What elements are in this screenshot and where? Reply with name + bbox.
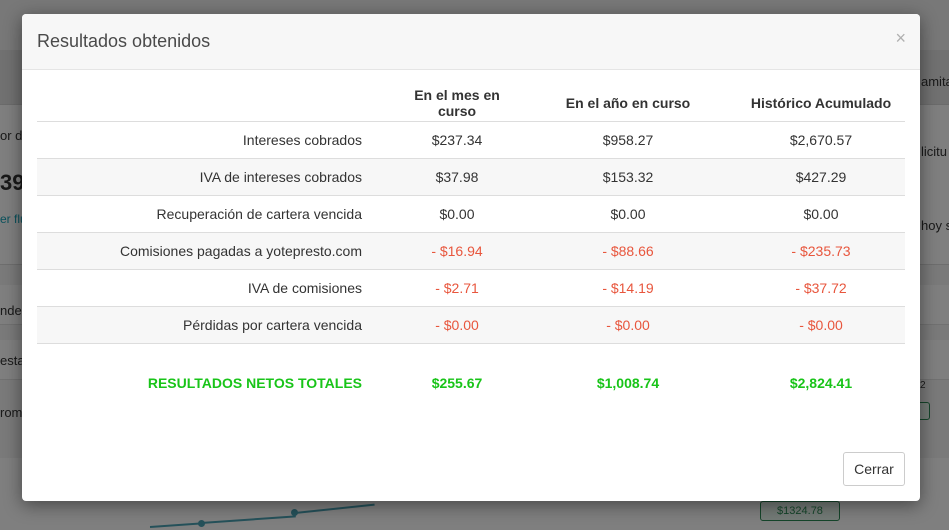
year-value: - $88.66	[519, 232, 737, 270]
table-row: IVA de comisiones - $2.71 - $14.19 - $37…	[37, 269, 905, 307]
table-header-row: En el mes en curso En el año en curso Hi…	[37, 84, 905, 122]
column-header-month: En el mes en curso	[395, 84, 519, 122]
historic-value: - $235.73	[737, 232, 905, 270]
year-value: $153.32	[519, 158, 737, 196]
table-row: Comisiones pagadas a yotepresto.com - $1…	[37, 232, 905, 270]
month-value: - $16.94	[395, 232, 519, 270]
year-value: - $14.19	[519, 269, 737, 307]
month-value: $37.98	[395, 158, 519, 196]
totals-row: RESULTADOS NETOS TOTALES $255.67 $1,008.…	[37, 343, 905, 422]
totals-historic-value: $2,824.41	[789, 374, 853, 391]
row-label: IVA de intereses cobrados	[37, 158, 395, 196]
row-label: Pérdidas por cartera vencida	[37, 306, 395, 344]
row-label: Recuperación de cartera vencida	[37, 195, 395, 233]
close-icon[interactable]: ×	[895, 28, 906, 48]
modal-header: Resultados obtenidos ×	[22, 14, 920, 70]
column-header-year: En el año en curso	[519, 84, 737, 122]
year-value: $958.27	[519, 121, 737, 159]
month-value: $0.00	[395, 195, 519, 233]
historic-value: $0.00	[737, 195, 905, 233]
year-value: - $0.00	[519, 306, 737, 344]
modal-title: Resultados obtenidos	[37, 31, 211, 51]
totals-label: RESULTADOS NETOS TOTALES	[147, 374, 362, 391]
month-value: - $2.71	[395, 269, 519, 307]
row-label: Intereses cobrados	[37, 121, 395, 159]
historic-value: - $0.00	[737, 306, 905, 344]
results-table: En el mes en curso En el año en curso Hi…	[37, 84, 905, 422]
historic-value: $2,670.57	[737, 121, 905, 159]
totals-year-value: $1,008.74	[596, 374, 660, 391]
close-button[interactable]: Cerrar	[843, 452, 905, 486]
row-label: IVA de comisiones	[37, 269, 395, 307]
row-label: Comisiones pagadas a yotepresto.com	[37, 232, 395, 270]
historic-value: $427.29	[737, 158, 905, 196]
column-header-historic: Histórico Acumulado	[737, 84, 905, 122]
month-value: $237.34	[395, 121, 519, 159]
table-row: Pérdidas por cartera vencida - $0.00 - $…	[37, 306, 905, 344]
totals-month-value: $255.67	[431, 374, 483, 391]
column-header-label	[37, 84, 395, 122]
table-row: IVA de intereses cobrados $37.98 $153.32…	[37, 158, 905, 196]
results-modal: Resultados obtenidos × En el mes en curs…	[22, 14, 920, 501]
month-value: - $0.00	[395, 306, 519, 344]
table-row: Recuperación de cartera vencida $0.00 $0…	[37, 195, 905, 233]
historic-value: - $37.72	[737, 269, 905, 307]
year-value: $0.00	[519, 195, 737, 233]
table-row: Intereses cobrados $237.34 $958.27 $2,67…	[37, 121, 905, 159]
